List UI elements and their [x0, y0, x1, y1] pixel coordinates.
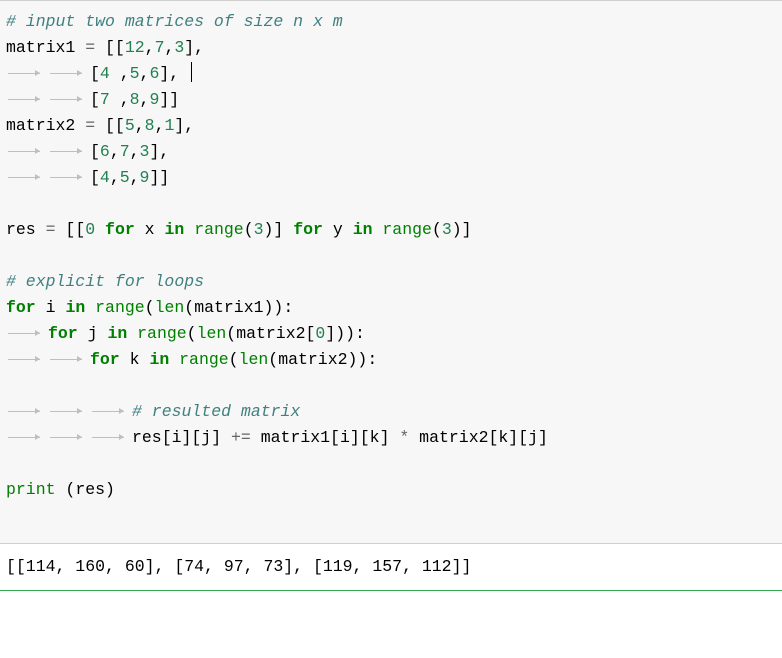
- indent-arrow-icon: [48, 169, 90, 185]
- text-cursor: [191, 62, 192, 82]
- indent-arrow-icon: [6, 325, 48, 341]
- indent-arrow-icon: [48, 65, 90, 81]
- code-line: # input two matrices of size n x m: [6, 9, 776, 35]
- indent-arrow-icon: [90, 403, 132, 419]
- indent-arrow-icon: [6, 143, 48, 159]
- code-line: res = [[0 for x in range(3)] for y in ra…: [6, 217, 776, 243]
- code-line: [7 ,8,9]]: [6, 87, 776, 113]
- code-line: [4,5,9]]: [6, 165, 776, 191]
- jupyter-cell: # input two matrices of size n x m matrix…: [0, 0, 782, 591]
- code-input-area[interactable]: # input two matrices of size n x m matrix…: [0, 0, 782, 544]
- code-line: for j in range(len(matrix2[0])):: [6, 321, 776, 347]
- code-line-blank: [6, 451, 776, 477]
- indent-arrow-icon: [6, 351, 48, 367]
- code-line: # resulted matrix: [6, 399, 776, 425]
- code-line: matrix1 = [[12,7,3],: [6, 35, 776, 61]
- code-line: [4 ,5,6],: [6, 61, 776, 87]
- indent-arrow-icon: [48, 91, 90, 107]
- code-line: for i in range(len(matrix1)):: [6, 295, 776, 321]
- indent-arrow-icon: [6, 65, 48, 81]
- indent-arrow-icon: [48, 143, 90, 159]
- output-text: [[114, 160, 60], [74, 97, 73], [119, 157…: [6, 557, 471, 576]
- indent-arrow-icon: [6, 91, 48, 107]
- code-line-blank: [6, 191, 776, 217]
- code-line-blank: [6, 373, 776, 399]
- comment: # input two matrices of size n x m: [6, 12, 343, 31]
- comment: # resulted matrix: [132, 402, 300, 421]
- comment: # explicit for loops: [6, 272, 204, 291]
- code-line: print (res): [6, 477, 776, 503]
- indent-arrow-icon: [48, 351, 90, 367]
- indent-arrow-icon: [48, 403, 90, 419]
- indent-arrow-icon: [90, 429, 132, 445]
- indent-arrow-icon: [6, 429, 48, 445]
- code-line: # explicit for loops: [6, 269, 776, 295]
- code-line: matrix2 = [[5,8,1],: [6, 113, 776, 139]
- code-output-area: [[114, 160, 60], [74, 97, 73], [119, 157…: [0, 544, 782, 591]
- indent-arrow-icon: [48, 429, 90, 445]
- code-line: res[i][j] += matrix1[i][k] * matrix2[k][…: [6, 425, 776, 451]
- code-line: for k in range(len(matrix2)):: [6, 347, 776, 373]
- code-line: [6,7,3],: [6, 139, 776, 165]
- code-line-blank: [6, 243, 776, 269]
- indent-arrow-icon: [6, 403, 48, 419]
- indent-arrow-icon: [6, 169, 48, 185]
